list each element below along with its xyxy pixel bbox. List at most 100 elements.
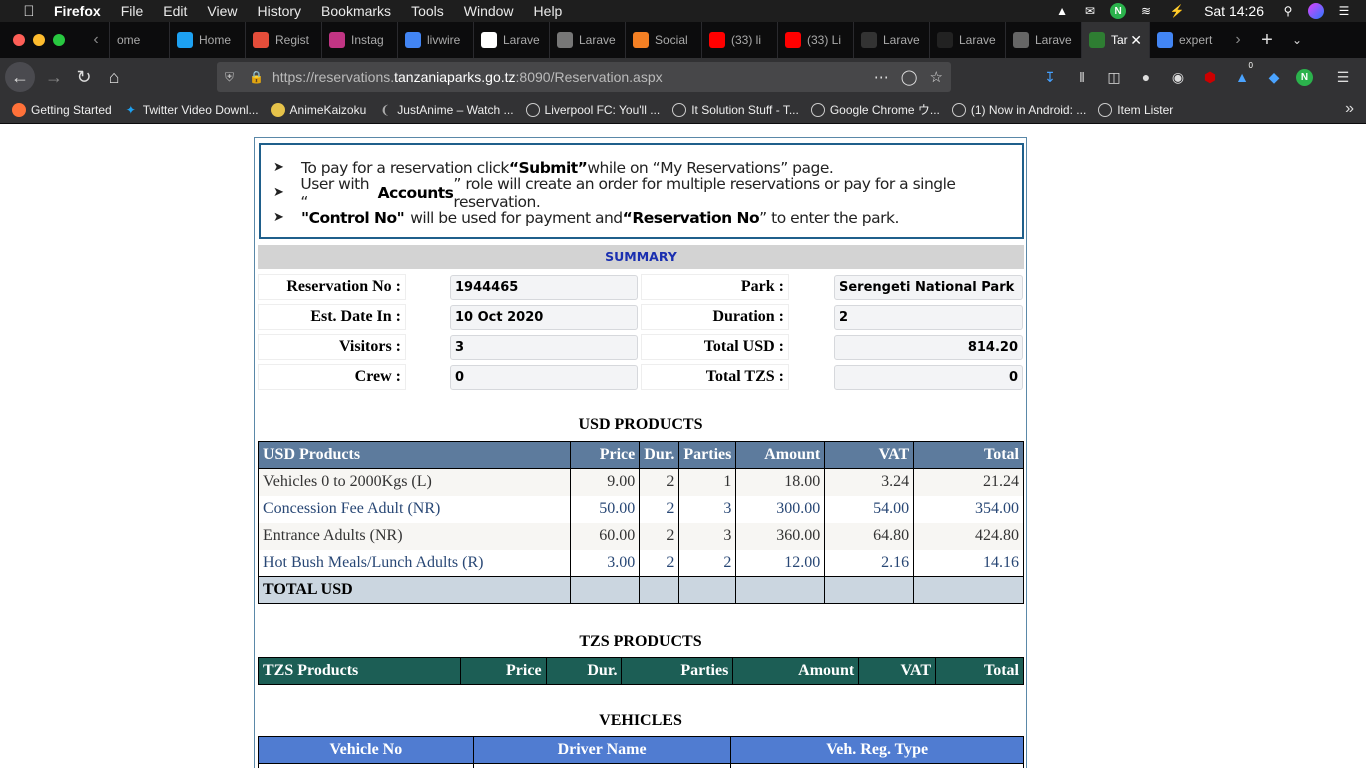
usd-product-cell: 54.00: [824, 495, 915, 523]
reload-button[interactable]: ↻: [69, 62, 99, 92]
browser-tab[interactable]: Tar ✕: [1081, 22, 1149, 58]
browser-tab[interactable]: expert: [1149, 22, 1225, 58]
col-header-total[interactable]: Total: [913, 441, 1024, 469]
menu-edit[interactable]: Edit: [163, 3, 187, 19]
menu-help[interactable]: Help: [534, 3, 563, 19]
browser-tab[interactable]: Larave: [473, 22, 549, 58]
list-all-tabs-icon[interactable]: ⌄: [1283, 33, 1311, 47]
park-field[interactable]: Serengeti National Park: [834, 275, 1023, 300]
bookmark-animekaizoku[interactable]: AnimeKaizoku: [270, 102, 366, 117]
menu-bar-clock[interactable]: Sat 14:26: [1204, 3, 1264, 19]
spotlight-search-icon[interactable]: ⚲: [1280, 4, 1296, 18]
bookmark-item-lister[interactable]: Item Lister: [1098, 102, 1173, 117]
col-header-vat[interactable]: VAT: [858, 657, 937, 685]
sidebar-icon[interactable]: ◫: [1104, 67, 1124, 87]
menu-file[interactable]: File: [121, 3, 144, 19]
battery-charging-icon[interactable]: ⚡: [1166, 4, 1188, 18]
browser-tab[interactable]: Larave: [549, 22, 625, 58]
date-in-field[interactable]: 10 Oct 2020: [450, 305, 638, 330]
apple-icon[interactable]: : [20, 2, 38, 20]
account-icon[interactable]: ●: [1136, 67, 1156, 87]
ublock-origin-icon[interactable]: ⬢: [1200, 67, 1220, 87]
total-tzs-field[interactable]: 0: [834, 365, 1023, 390]
menu-app-firefox[interactable]: Firefox: [54, 3, 101, 19]
browser-tab[interactable]: Instag: [321, 22, 397, 58]
vlc-cone-icon[interactable]: ▲: [1054, 4, 1070, 18]
col-header-amount[interactable]: Amount: [732, 657, 860, 685]
tabs-scroll-right-icon[interactable]: ›: [1225, 31, 1251, 49]
page-actions-ellipsis-icon[interactable]: ⋯: [874, 68, 889, 86]
close-tab-icon[interactable]: ✕: [1130, 32, 1142, 49]
forward-button[interactable]: →: [39, 62, 69, 92]
bookmark-star-icon[interactable]: ☆: [930, 68, 943, 86]
home-button[interactable]: ⌂: [99, 62, 129, 92]
col-header-duration[interactable]: Dur.: [639, 441, 680, 469]
tracking-protection-shield-icon[interactable]: ⛨: [225, 70, 239, 85]
total-usd-field[interactable]: 814.20: [834, 335, 1023, 360]
menu-history[interactable]: History: [257, 3, 301, 19]
hamburger-menu-icon[interactable]: ☰: [1333, 67, 1353, 87]
globe-extension-icon[interactable]: ◉: [1168, 67, 1188, 87]
browser-tab[interactable]: Larave: [1005, 22, 1081, 58]
visitors-field[interactable]: 3: [450, 335, 638, 360]
close-window-button[interactable]: [13, 34, 25, 46]
instruction-bold: “Reservation No: [622, 208, 760, 227]
crew-field[interactable]: 0: [450, 365, 638, 390]
pocket-icon[interactable]: ◯: [901, 68, 918, 86]
menu-window[interactable]: Window: [464, 3, 514, 19]
bookmark-justanime[interactable]: ❨ JustAnime – Watch ...: [378, 103, 513, 117]
library-icon[interactable]: ‖: [1072, 67, 1092, 87]
bookmarks-overflow-icon[interactable]: »: [1345, 100, 1354, 118]
reservation-no-field[interactable]: 1944465: [450, 275, 638, 300]
wifi-icon[interactable]: ≋: [1138, 4, 1154, 18]
minimize-window-button[interactable]: [33, 34, 45, 46]
browser-tab[interactable]: Social: [625, 22, 701, 58]
col-header-price[interactable]: Price: [459, 657, 547, 685]
col-header-product[interactable]: TZS Products: [258, 657, 461, 685]
col-header-price[interactable]: Price: [570, 441, 641, 469]
bookmark-google-chrome[interactable]: Google Chrome ウ...: [810, 101, 940, 118]
lock-icon[interactable]: 🔒: [249, 70, 264, 84]
browser-tab[interactable]: Larave: [929, 22, 1005, 58]
col-header-total[interactable]: Total: [935, 657, 1024, 685]
extension-badge-icon[interactable]: ▲ 0: [1232, 61, 1256, 87]
col-header-amount[interactable]: Amount: [735, 441, 826, 469]
menu-bookmarks[interactable]: Bookmarks: [321, 3, 391, 19]
col-header-driver-name[interactable]: Driver Name: [472, 736, 732, 764]
col-header-product[interactable]: USD Products: [257, 441, 572, 469]
browser-tab[interactable]: ome: [109, 22, 169, 58]
bookmark-getting-started[interactable]: Getting Started: [12, 102, 112, 117]
browser-tab[interactable]: (33) li: [701, 22, 777, 58]
col-header-parties[interactable]: Parties: [678, 441, 737, 469]
notifications-muted-icon[interactable]: ✉: [1082, 4, 1098, 18]
downloads-icon[interactable]: ↧: [1040, 67, 1060, 87]
tabs-scroll-left-icon[interactable]: ‹: [83, 31, 109, 49]
menu-view[interactable]: View: [207, 3, 237, 19]
vpn-diamond-icon[interactable]: ◆: [1264, 67, 1284, 87]
control-center-list-icon[interactable]: ☰: [1336, 4, 1352, 18]
duration-field[interactable]: 2: [834, 305, 1023, 330]
app-n-icon[interactable]: N: [1110, 3, 1127, 19]
menu-bar-status-area: ▲ ✉ N ≋ ⚡ Sat 14:26 ⚲ ☰: [1054, 0, 1352, 22]
col-header-vehicle-no[interactable]: Vehicle No: [258, 736, 474, 764]
bookmark-twitter-video[interactable]: ✦ Twitter Video Downl...: [124, 103, 259, 117]
col-header-parties[interactable]: Parties: [621, 657, 734, 685]
new-tab-button[interactable]: +: [1251, 29, 1283, 52]
col-header-duration[interactable]: Dur.: [545, 657, 623, 685]
menu-tools[interactable]: Tools: [411, 3, 444, 19]
browser-tab[interactable]: (33) Li: [777, 22, 853, 58]
browser-tab[interactable]: Larave: [853, 22, 929, 58]
bookmark-liverpool[interactable]: Liverpool FC: You'll ...: [525, 102, 660, 117]
browser-tab[interactable]: livwire: [397, 22, 473, 58]
browser-tab[interactable]: Home: [169, 22, 245, 58]
extension-n-icon[interactable]: N: [1296, 68, 1313, 86]
col-header-vat[interactable]: VAT: [824, 441, 915, 469]
siri-icon[interactable]: [1308, 3, 1324, 19]
back-button[interactable]: ←: [5, 62, 35, 92]
bookmark-it-solution[interactable]: It Solution Stuff - T...: [672, 102, 799, 117]
zoom-window-button[interactable]: [53, 34, 65, 46]
browser-tab[interactable]: Regist: [245, 22, 321, 58]
url-bar[interactable]: ⛨ 🔒 https://reservations. tanzaniaparks.…: [217, 62, 951, 92]
bookmark-now-in-android[interactable]: (1) Now in Android: ...: [951, 102, 1086, 117]
col-header-veh-reg-type[interactable]: Veh. Reg. Type: [730, 736, 1024, 764]
